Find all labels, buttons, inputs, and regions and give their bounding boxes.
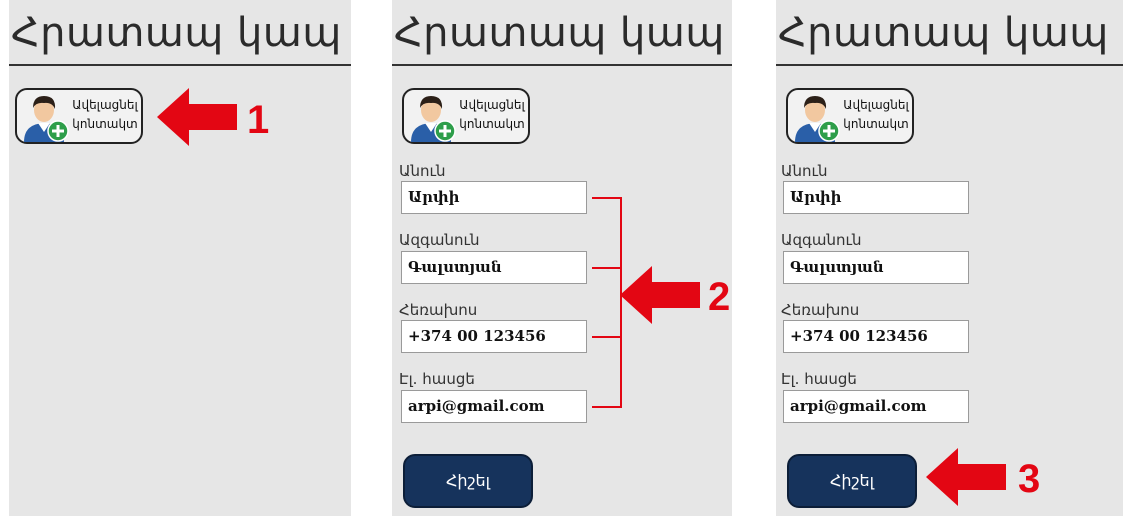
arrow-left-icon: [157, 88, 237, 146]
field-bracket: [592, 267, 622, 269]
email-input[interactable]: arpi@gmail.com: [783, 390, 969, 423]
email-label: Էլ. հասցե: [781, 370, 857, 388]
phone-label: Հեռախոս: [781, 301, 860, 319]
arrow-left-icon: [620, 266, 700, 324]
last-name-input[interactable]: Գալստյան: [401, 251, 587, 284]
title-divider: [776, 64, 1123, 66]
field-bracket: [592, 336, 622, 338]
first-name-label: Անուն: [399, 162, 446, 180]
add-contact-button[interactable]: Ավելացնել կոնտակտ: [15, 88, 143, 144]
phone-input[interactable]: +374 00 123456: [783, 320, 969, 353]
step-number-2: 2: [708, 275, 731, 319]
page-title: Հրատապ կապ: [778, 10, 1109, 56]
last-name-label: Ազգանուն: [781, 231, 862, 249]
page-title: Հրատապ կապ: [394, 10, 725, 56]
step-number-1: 1: [247, 98, 270, 142]
person-add-icon: [411, 96, 456, 142]
person-add-icon: [795, 96, 840, 142]
email-label: Էլ. հասցե: [399, 370, 475, 388]
first-name-input[interactable]: Արփի: [401, 181, 587, 214]
email-input[interactable]: arpi@gmail.com: [401, 390, 587, 423]
phone-label: Հեռախոս: [399, 301, 478, 319]
last-name-label: Ազգանուն: [399, 231, 480, 249]
add-contact-label-line2: կոնտակտ: [843, 117, 909, 131]
step-number-3: 3: [1018, 457, 1041, 501]
add-contact-button[interactable]: Ավելացնել կոնտակտ: [402, 88, 530, 144]
save-button[interactable]: Հիշել: [787, 454, 917, 508]
field-bracket: [592, 406, 622, 408]
first-name-label: Անուն: [781, 162, 828, 180]
add-contact-label-line2: կոնտակտ: [459, 117, 525, 131]
page-title: Հրատապ կապ: [11, 10, 342, 56]
add-contact-label-line2: կոնտակտ: [72, 117, 138, 131]
add-contact-label-line1: Ավելացնել: [459, 98, 525, 112]
add-contact-label-line1: Ավելացնել: [843, 98, 909, 112]
phone-input[interactable]: +374 00 123456: [401, 320, 587, 353]
arrow-left-icon: [926, 448, 1006, 506]
add-contact-button[interactable]: Ավելացնել կոնտակտ: [786, 88, 914, 144]
field-bracket: [592, 197, 622, 199]
first-name-input[interactable]: Արփի: [783, 181, 969, 214]
add-contact-label: Ավելացնել կոնտակտ: [456, 96, 528, 134]
screen-panel-3: Հրատապ կապ Ավելացնել կոնտակտ Անուն Արփի …: [776, 0, 1123, 516]
title-divider: [392, 64, 732, 66]
person-add-icon: [24, 96, 69, 142]
screen-panel-1: Հրատապ կապ Ավելացնել կոնտակտ: [9, 0, 351, 516]
add-contact-label-line1: Ավելացնել: [72, 98, 138, 112]
title-divider: [9, 64, 351, 66]
save-button[interactable]: Հիշել: [403, 454, 533, 508]
add-contact-label: Ավելացնել կոնտակտ: [69, 96, 141, 134]
screen-panel-2: Հրատապ կապ Ավելացնել կոնտակտ Անուն Արփի …: [392, 0, 732, 516]
add-contact-label: Ավելացնել կոնտակտ: [840, 96, 912, 134]
last-name-input[interactable]: Գալստյան: [783, 251, 969, 284]
